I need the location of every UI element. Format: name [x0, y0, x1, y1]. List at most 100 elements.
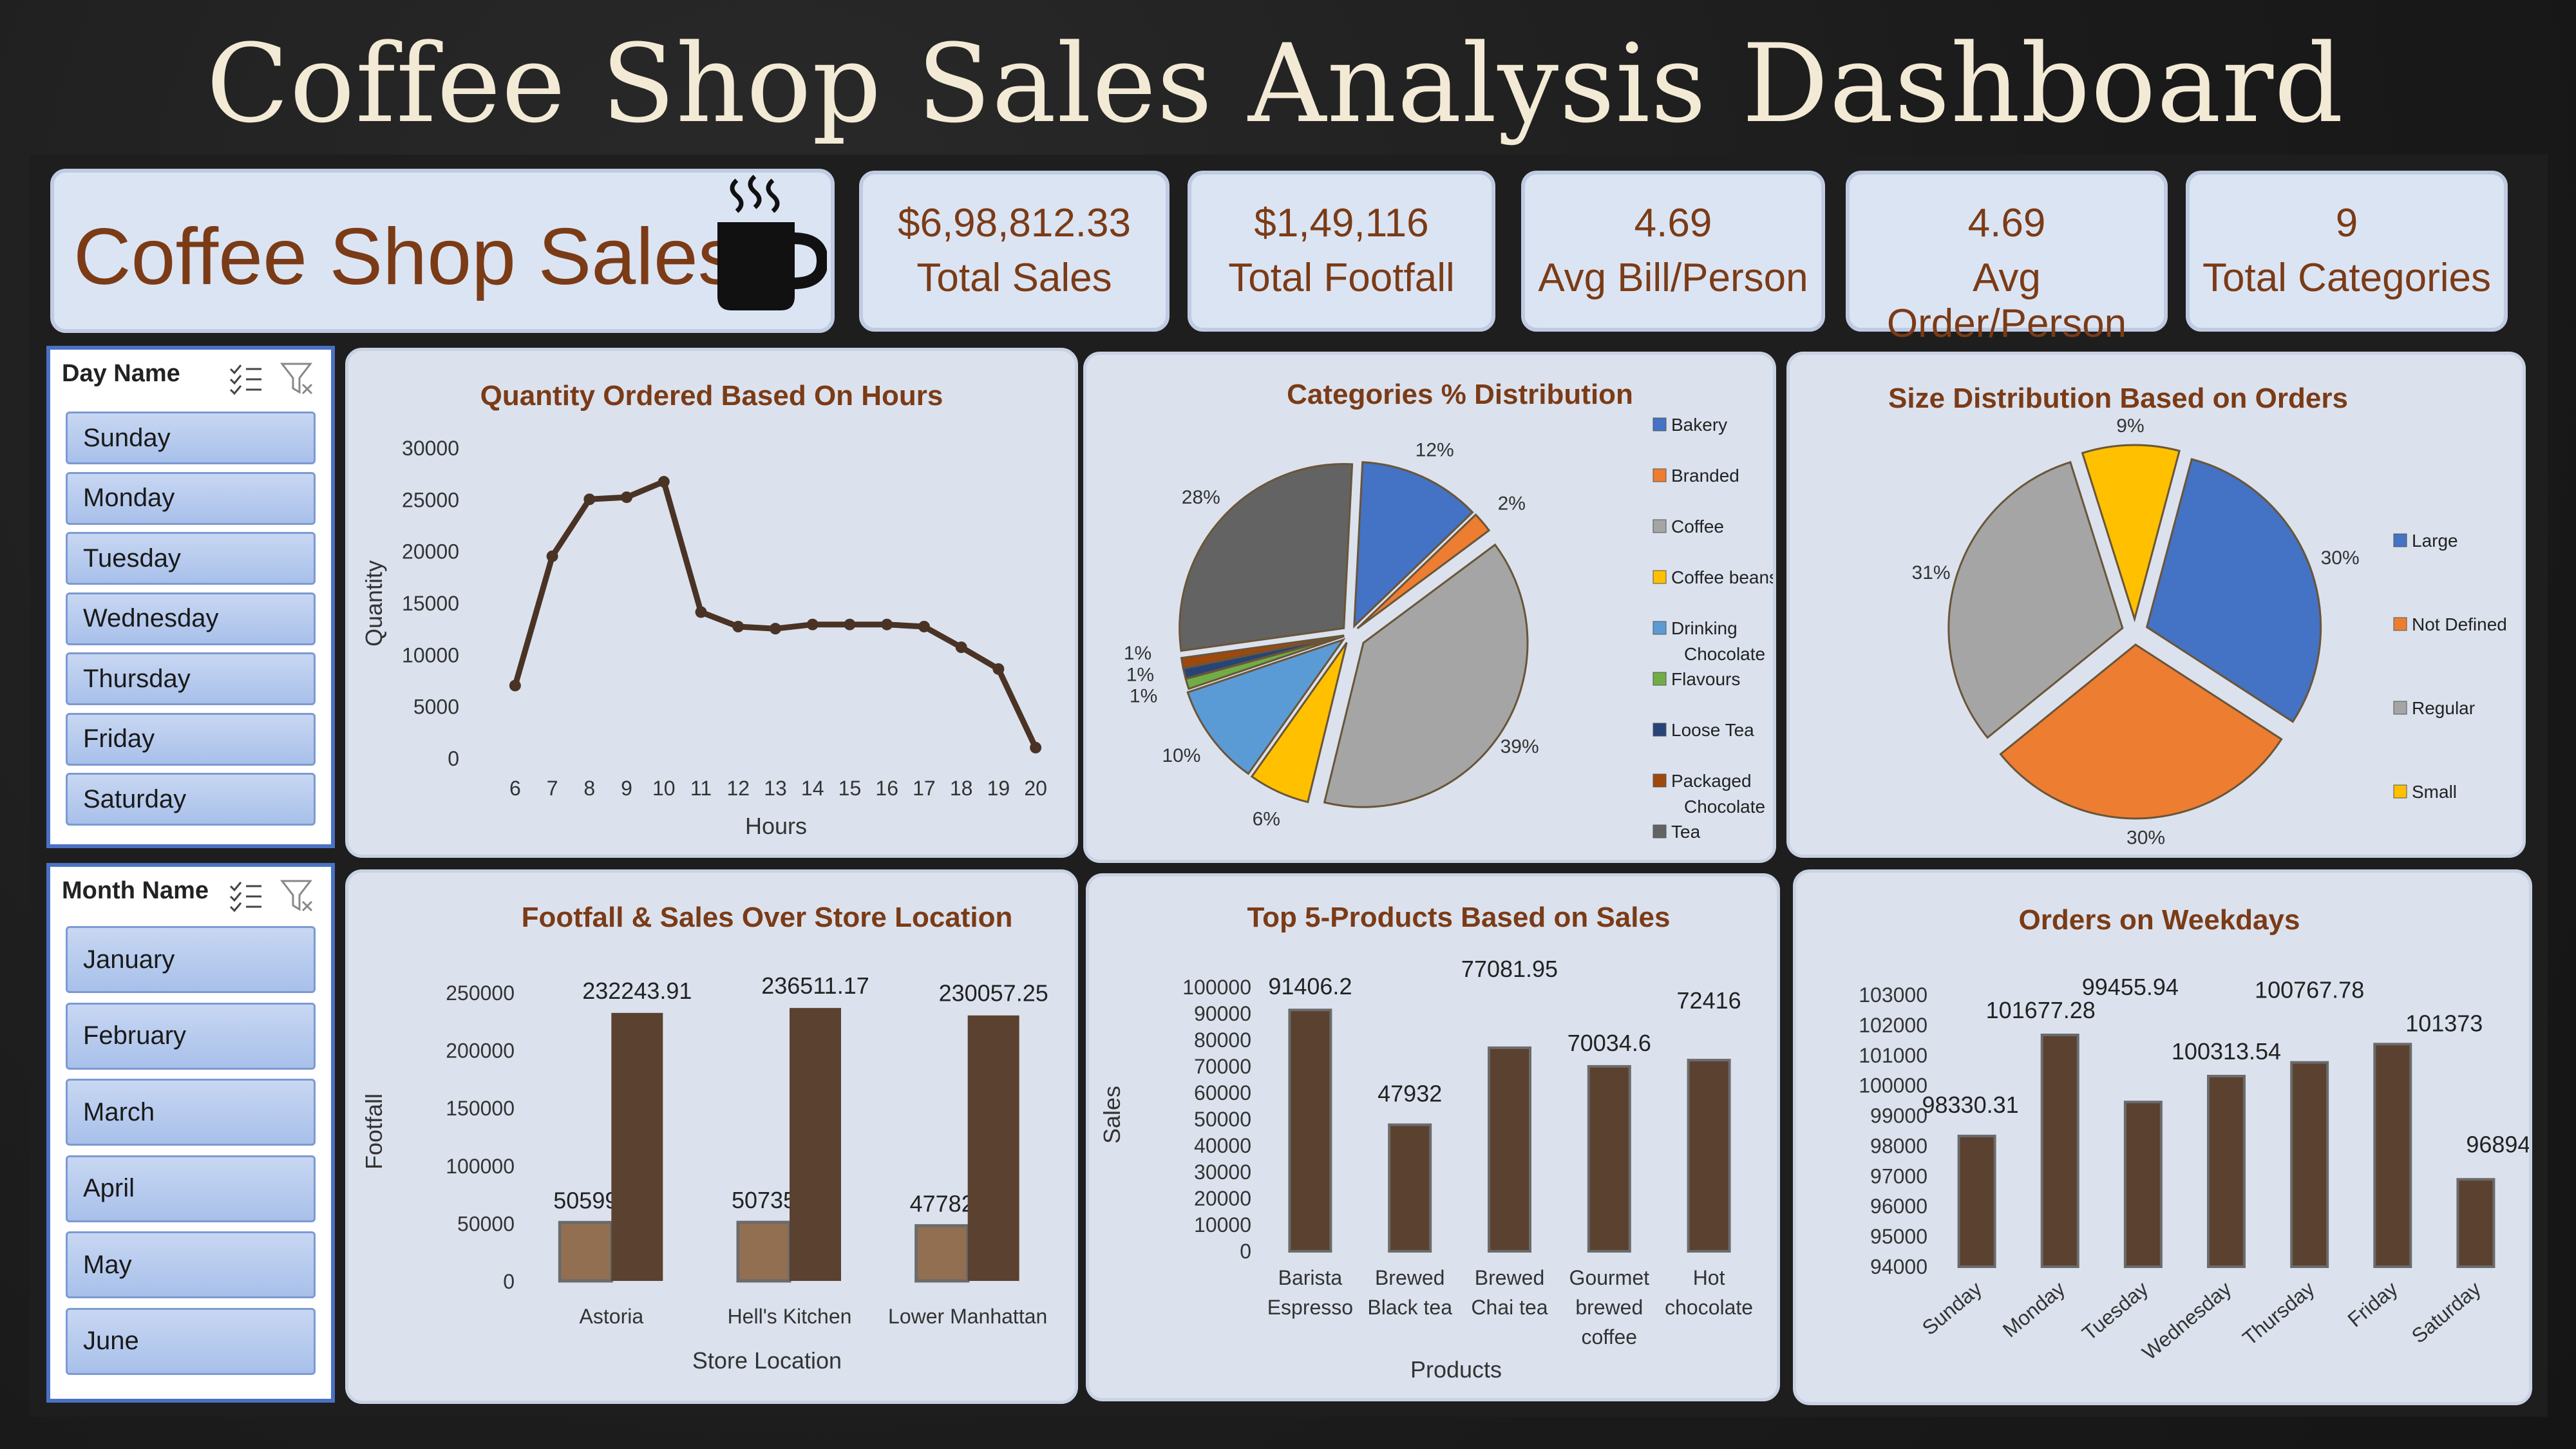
bar	[1957, 1134, 1996, 1268]
y-axis-label: Footfall	[361, 1094, 387, 1170]
multi-select-icon[interactable]	[229, 882, 261, 913]
kpi-avg-order: 4.69 Avg Order/Person	[1846, 171, 2168, 346]
legend-label: Chocolate	[1684, 797, 1765, 817]
x-tick-label: coffee	[1582, 1325, 1638, 1349]
slice-data-label: 1%	[1124, 643, 1151, 664]
y-axis-label: Quantity	[361, 560, 387, 647]
bar-data-label: 47932	[1378, 1080, 1442, 1106]
x-tick-label: 17	[913, 777, 936, 800]
y-tick-label: 96000	[1870, 1195, 1927, 1218]
y-tick-label: 25000	[402, 488, 459, 511]
legend-swatch	[1653, 519, 1667, 533]
slicer-item-march[interactable]: March	[66, 1079, 316, 1146]
y-tick-label: 30000	[1194, 1160, 1251, 1184]
x-tick-label: Black tea	[1367, 1296, 1452, 1319]
chart-panel-weekdays: Orders on Weekdays 94000 95000 96000 97000 98…	[1793, 869, 2563, 1405]
slicer-item-monday[interactable]: Monday	[66, 471, 316, 525]
slicer-item-february[interactable]: February	[66, 1002, 316, 1070]
bar-data-label: 91406.2	[1268, 973, 1352, 999]
bar	[611, 1012, 663, 1281]
kpi-label: Avg Order/Person	[1886, 256, 2127, 346]
y-tick-label: 50000	[1194, 1108, 1251, 1131]
coffee-mug-icon	[717, 175, 827, 310]
bar	[1488, 1046, 1531, 1253]
month-name-slicer: Month Name January February March April May J…	[46, 863, 335, 1403]
slicer-item-friday[interactable]: Friday	[66, 712, 316, 766]
chart-title: Size Distribution Based on Orders	[1888, 383, 2348, 414]
y-tick-label: 99000	[1870, 1104, 1927, 1128]
categories-pie-chart: Categories % Distribution 12% 2% 39% 6% 10% 1%…	[1124, 379, 1778, 842]
y-tick-label: 0	[1240, 1240, 1251, 1263]
slice-data-label: 2%	[1498, 493, 1526, 514]
x-tick-label: Saturday	[2407, 1277, 2485, 1348]
data-point	[955, 641, 967, 654]
legend-label: Drinking	[1671, 618, 1738, 638]
data-point	[546, 550, 558, 562]
slicer-item-wednesday[interactable]: Wednesday	[66, 592, 316, 645]
multi-select-icon[interactable]	[229, 365, 261, 395]
x-tick-label: Chai tea	[1471, 1296, 1548, 1319]
x-tick-label: 11	[690, 777, 712, 800]
bar-data-label: 232243.91	[582, 978, 692, 1004]
slicer-item-january[interactable]: January	[66, 926, 316, 993]
y-tick-label: 95000	[1870, 1225, 1927, 1248]
bar	[2373, 1043, 2412, 1268]
legend-label: Chocolate	[1684, 644, 1765, 664]
slicer-item-saturday[interactable]: Saturday	[66, 773, 316, 826]
bar	[736, 1220, 791, 1283]
slicer-item-may[interactable]: May	[66, 1231, 316, 1298]
data-point	[732, 620, 744, 632]
y-tick-label: 20000	[1194, 1187, 1251, 1210]
x-tick-label: Friday	[2344, 1277, 2402, 1332]
chart-panel-sizes: Size Distribution Based on Orders 30% 30% 3…	[1786, 352, 2526, 858]
kpi-avg-bill: 4.69 Avg Bill/Person	[1521, 171, 1825, 332]
bar	[2456, 1178, 2496, 1268]
x-tick-label: 14	[801, 777, 824, 800]
sizes-pie-chart: Size Distribution Based on Orders 30% 30% 3…	[1888, 383, 2507, 849]
y-tick-label: 94000	[1870, 1255, 1927, 1278]
data-point	[695, 606, 707, 618]
slicer-item-april[interactable]: April	[66, 1155, 316, 1222]
bar	[2290, 1061, 2329, 1268]
slice-data-label: 31%	[1912, 562, 1951, 583]
day-name-slicer: Day Name Sunday Monday Tuesday Wednesday Thu…	[46, 346, 335, 848]
x-tick-label: Brewed	[1375, 1266, 1445, 1289]
x-tick-label: 7	[547, 777, 558, 800]
x-tick-label: 6	[509, 777, 521, 800]
bar-data-label: 70034.6	[1567, 1030, 1651, 1056]
data-point	[770, 623, 781, 635]
y-tick-label: 40000	[1194, 1134, 1251, 1157]
bar-data-label: 98330.31	[1922, 1092, 2018, 1118]
bar-data-label: 50599	[553, 1187, 618, 1213]
x-tick-label: 8	[583, 777, 595, 800]
x-tick-label: Thursday	[2238, 1277, 2318, 1350]
y-tick-label: 5000	[413, 696, 459, 719]
x-tick-label: 10	[652, 777, 676, 800]
chart-title: Footfall & Sales Over Store Location	[522, 902, 1013, 933]
slicer-item-thursday[interactable]: Thursday	[66, 652, 316, 705]
kpi-label: Avg Bill/Person	[1538, 256, 1808, 300]
slicer-item-sunday[interactable]: Sunday	[66, 412, 316, 464]
bar	[558, 1220, 613, 1283]
legend-swatch	[1653, 773, 1667, 788]
y-tick-label: 98000	[1870, 1134, 1927, 1157]
clear-filter-icon[interactable]	[279, 880, 313, 912]
bar-data-label: 99455.94	[2082, 974, 2179, 1000]
chart-panel-location: Footfall & Sales Over Store Location 0 500…	[345, 869, 1078, 1404]
y-tick-label: 90000	[1194, 1002, 1251, 1025]
slicer-item-june[interactable]: June	[66, 1307, 316, 1375]
data-point	[658, 476, 670, 488]
legend-swatch	[1653, 672, 1667, 686]
x-tick-label: Hot	[1693, 1266, 1725, 1289]
bar	[2123, 1101, 2163, 1268]
clear-filter-icon[interactable]	[279, 363, 313, 395]
slice-data-label: 1%	[1126, 664, 1154, 685]
slicer-item-tuesday[interactable]: Tuesday	[66, 532, 316, 585]
y-tick-label: 20000	[402, 540, 459, 564]
kpi-value: $1,49,116	[1254, 201, 1429, 245]
slice-data-label: 9%	[2116, 415, 2144, 437]
y-tick-label: 10000	[402, 643, 459, 667]
legend-swatch	[1653, 723, 1667, 737]
x-tick-label: Wednesday	[2137, 1277, 2235, 1365]
x-tick-label: Tuesday	[2078, 1277, 2152, 1345]
